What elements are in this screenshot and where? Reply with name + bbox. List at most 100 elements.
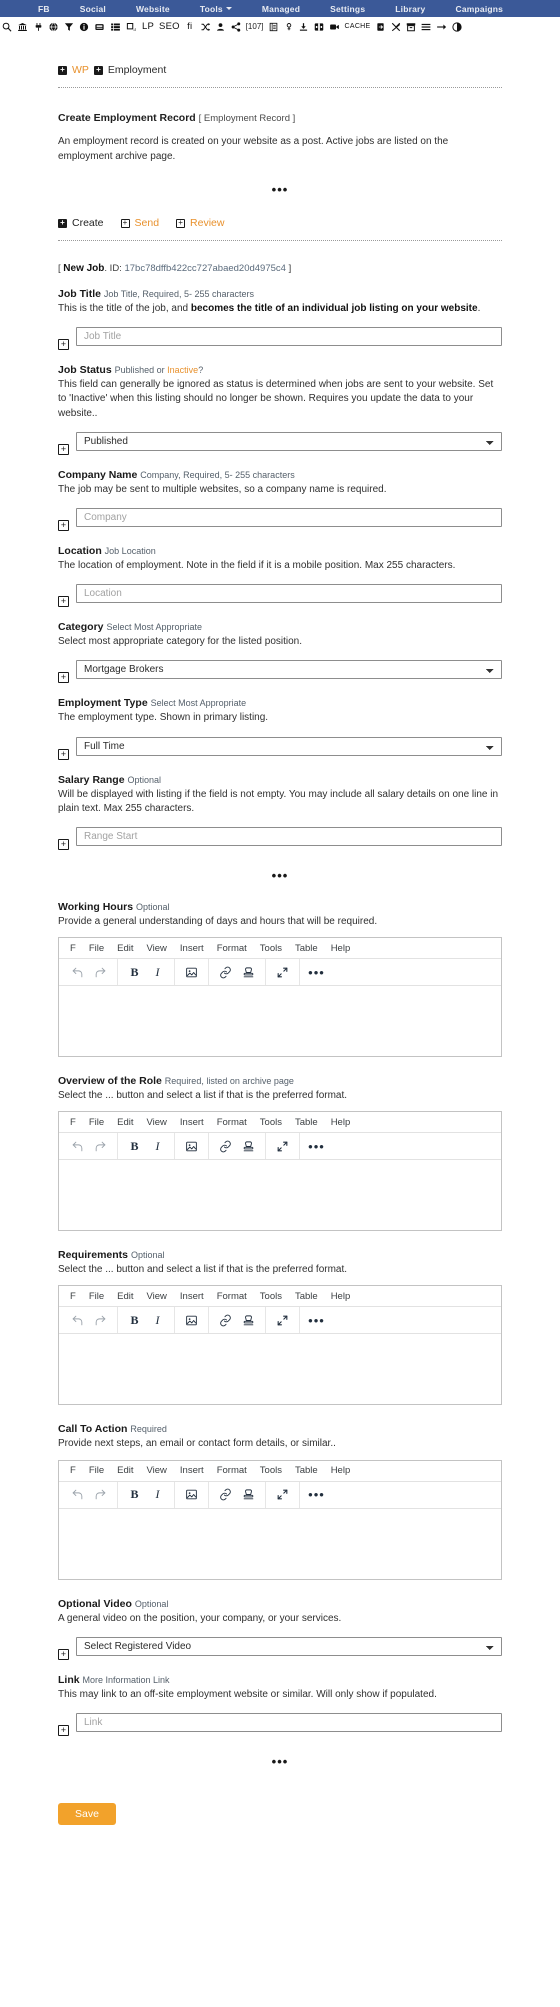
search-icon[interactable]: [2, 20, 12, 34]
expand-icon[interactable]: +: [58, 218, 67, 228]
editor-menu-table[interactable]: Table: [295, 1291, 318, 1302]
document-icon[interactable]: [269, 20, 279, 34]
link-icon[interactable]: [214, 1484, 237, 1506]
fi-label[interactable]: fi: [185, 20, 195, 34]
bold-icon[interactable]: B: [123, 961, 146, 983]
fullscreen-icon[interactable]: [271, 1484, 294, 1506]
nav-item-social[interactable]: Social: [80, 4, 106, 14]
more-icon[interactable]: •••: [305, 1309, 328, 1331]
bold-icon[interactable]: B: [123, 1135, 146, 1157]
link-icon[interactable]: [214, 1309, 237, 1331]
editor-menu-file[interactable]: File: [89, 1465, 104, 1476]
editor-menu-tools[interactable]: Tools: [260, 1465, 282, 1476]
tools-icon[interactable]: [391, 20, 401, 34]
editor-menu-format[interactable]: Format: [217, 1291, 247, 1302]
editor-content-area[interactable]: [59, 1508, 501, 1579]
nav-item-managed[interactable]: Managed: [262, 4, 300, 14]
arrow-right-icon[interactable]: [436, 20, 447, 34]
optional-video-select[interactable]: Select Registered Video: [76, 1636, 502, 1656]
editor-content-area[interactable]: [59, 1160, 501, 1231]
job-title-input[interactable]: [76, 327, 502, 347]
more-options-ellipsis[interactable]: •••: [58, 868, 502, 883]
fullscreen-icon[interactable]: [271, 1309, 294, 1331]
editor-menu-format[interactable]: Format: [217, 943, 247, 954]
editor-menu-f[interactable]: F: [70, 1291, 76, 1302]
location-pin-icon[interactable]: [284, 20, 294, 34]
editor-menu-insert[interactable]: Insert: [180, 943, 204, 954]
editor-menu-table[interactable]: Table: [295, 1465, 318, 1476]
editor-menu-tools[interactable]: Tools: [260, 1117, 282, 1128]
nav-item-fb[interactable]: FB: [38, 4, 50, 14]
editor-content-area[interactable]: [59, 986, 501, 1057]
editor-menu-file[interactable]: File: [89, 943, 104, 954]
job-status-select[interactable]: Published: [76, 431, 502, 451]
power-icon[interactable]: [451, 20, 462, 34]
editor-menu-insert[interactable]: Insert: [180, 1117, 204, 1128]
redo-icon[interactable]: [89, 1484, 112, 1506]
more-icon[interactable]: •••: [305, 961, 328, 983]
stamp-icon[interactable]: [237, 961, 260, 983]
breadcrumb-item-wp[interactable]: WP: [72, 64, 89, 76]
list-icon[interactable]: [110, 20, 121, 34]
shuffle-icon[interactable]: [200, 20, 211, 34]
archive-icon[interactable]: [406, 20, 416, 34]
breadcrumb-item-employment[interactable]: Employment: [108, 64, 166, 76]
undo-icon[interactable]: [66, 1135, 89, 1157]
italic-icon[interactable]: I: [146, 961, 169, 983]
editor-menu-help[interactable]: Help: [331, 1117, 351, 1128]
download-icon[interactable]: [299, 20, 309, 34]
filter-icon[interactable]: [64, 20, 74, 34]
editor-menu-table[interactable]: Table: [295, 1117, 318, 1128]
lp-label[interactable]: LP: [142, 20, 154, 34]
fullscreen-icon[interactable]: [271, 961, 294, 983]
editor-content-area[interactable]: [59, 1334, 501, 1405]
image-icon[interactable]: [180, 1309, 203, 1331]
nav-item-settings[interactable]: Settings: [330, 4, 365, 14]
expand-icon[interactable]: +: [58, 1648, 69, 1660]
undo-icon[interactable]: [66, 1484, 89, 1506]
editor-menu-view[interactable]: View: [147, 1465, 167, 1476]
link-input[interactable]: [76, 1713, 502, 1732]
crop-icon[interactable]: [126, 20, 137, 34]
nav-item-library[interactable]: Library: [395, 4, 425, 14]
editor-menu-view[interactable]: View: [147, 943, 167, 954]
location-input[interactable]: [76, 584, 502, 604]
company-name-input[interactable]: [76, 507, 502, 527]
editor-menu-tools[interactable]: Tools: [260, 1291, 282, 1302]
editor-menu-f[interactable]: F: [70, 1117, 76, 1128]
editor-menu-f[interactable]: F: [70, 943, 76, 954]
editor-menu-table[interactable]: Table: [295, 943, 318, 954]
image-icon[interactable]: [180, 1484, 203, 1506]
expand-icon[interactable]: +: [176, 218, 186, 228]
export-icon[interactable]: [376, 20, 386, 34]
globe-icon[interactable]: [48, 20, 59, 34]
info-icon[interactable]: [79, 20, 89, 34]
editor-menu-format[interactable]: Format: [217, 1465, 247, 1476]
editor-menu-file[interactable]: File: [89, 1117, 104, 1128]
stamp-icon[interactable]: [237, 1309, 260, 1331]
save-button[interactable]: Save: [58, 1803, 116, 1825]
italic-icon[interactable]: I: [146, 1309, 169, 1331]
undo-icon[interactable]: [66, 961, 89, 983]
plug-icon[interactable]: [33, 20, 43, 34]
undo-icon[interactable]: [66, 1309, 89, 1331]
more-options-ellipsis[interactable]: •••: [58, 1754, 502, 1769]
share-icon[interactable]: [231, 20, 241, 34]
italic-icon[interactable]: I: [146, 1484, 169, 1506]
nav-item-tools[interactable]: Tools: [200, 4, 232, 14]
image-icon[interactable]: [180, 1135, 203, 1157]
salary-range-input[interactable]: [76, 826, 502, 846]
bold-icon[interactable]: B: [123, 1309, 146, 1331]
expand-icon[interactable]: +: [58, 339, 69, 351]
expand-icon[interactable]: +: [58, 596, 69, 608]
editor-menu-edit[interactable]: Edit: [117, 1117, 133, 1128]
expand-icon[interactable]: +: [58, 519, 69, 531]
editor-menu-help[interactable]: Help: [331, 943, 351, 954]
editor-menu-format[interactable]: Format: [217, 1117, 247, 1128]
video-camera-icon[interactable]: [329, 20, 340, 34]
expand-icon[interactable]: +: [58, 1725, 69, 1736]
category-select[interactable]: Mortgage Brokers: [76, 660, 502, 680]
expand-icon[interactable]: +: [120, 218, 130, 228]
menu-icon[interactable]: [421, 20, 431, 34]
editor-menu-help[interactable]: Help: [331, 1465, 351, 1476]
